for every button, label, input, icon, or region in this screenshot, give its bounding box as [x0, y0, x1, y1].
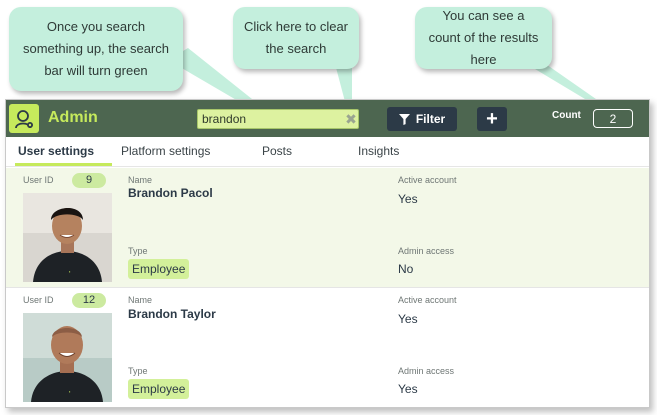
admin-user-gear-icon[interactable] [9, 104, 39, 133]
count-value: 2 [593, 109, 633, 128]
clear-tip-callout: Click here to clear the search [233, 7, 359, 69]
active-account-label: Active account [398, 175, 457, 185]
active-account-value: Yes [398, 312, 418, 326]
tab-bar: User settings Platform settings Posts In… [6, 137, 649, 167]
table-row[interactable]: User ID 9 ▪ Name Brandon Pacol Type Empl… [6, 168, 649, 288]
user-id-label: User ID [23, 295, 54, 305]
name-label: Name [128, 295, 153, 305]
search-input[interactable] [197, 109, 359, 129]
type-label: Type [128, 246, 148, 256]
type-label: Type [128, 366, 148, 376]
count-label: Count [552, 110, 581, 121]
tab-posts[interactable]: Posts [262, 144, 292, 158]
table-row[interactable]: User ID 12 ▪ Name Brandon Taylor Type Em… [6, 288, 649, 407]
user-id-badge: 9 [72, 173, 106, 188]
user-type-badge: Employee [128, 259, 190, 279]
filter-button[interactable]: Filter [387, 107, 457, 131]
tab-insights[interactable]: Insights [358, 144, 399, 158]
active-account-label: Active account [398, 295, 457, 305]
close-icon[interactable]: ✖ [344, 111, 358, 127]
user-id-badge: 12 [72, 293, 106, 308]
admin-access-value: Yes [398, 382, 418, 396]
add-button[interactable]: + [477, 107, 507, 131]
funnel-icon [398, 113, 410, 125]
user-id-label: User ID [23, 175, 54, 185]
app-title: Admin [48, 109, 98, 126]
tutorial-screenshot: Once you search something up, the search… [0, 0, 657, 415]
user-photo: ▪ [23, 313, 112, 402]
active-account-value: Yes [398, 192, 418, 206]
tab-platform-settings[interactable]: Platform settings [121, 144, 210, 158]
active-tab-indicator [15, 163, 112, 166]
admin-access-label: Admin access [398, 366, 455, 376]
admin-access-label: Admin access [398, 246, 455, 256]
search-tip-callout: Once you search something up, the search… [9, 7, 183, 91]
top-bar: Admin ✖ Filter + Count 2 [6, 100, 649, 137]
count-tip-callout: You can see a count of the results here [415, 7, 552, 69]
user-photo: ▪ [23, 193, 112, 282]
admin-app: Admin ✖ Filter + Count 2 User settings P… [5, 99, 650, 408]
user-name: Brandon Taylor [128, 307, 216, 321]
user-name: Brandon Pacol [128, 186, 213, 200]
user-type-badge: Employee [128, 379, 190, 399]
admin-access-value: No [398, 262, 414, 276]
filter-button-label: Filter [415, 112, 446, 126]
tab-user-settings[interactable]: User settings [18, 144, 94, 158]
name-label: Name [128, 175, 153, 185]
